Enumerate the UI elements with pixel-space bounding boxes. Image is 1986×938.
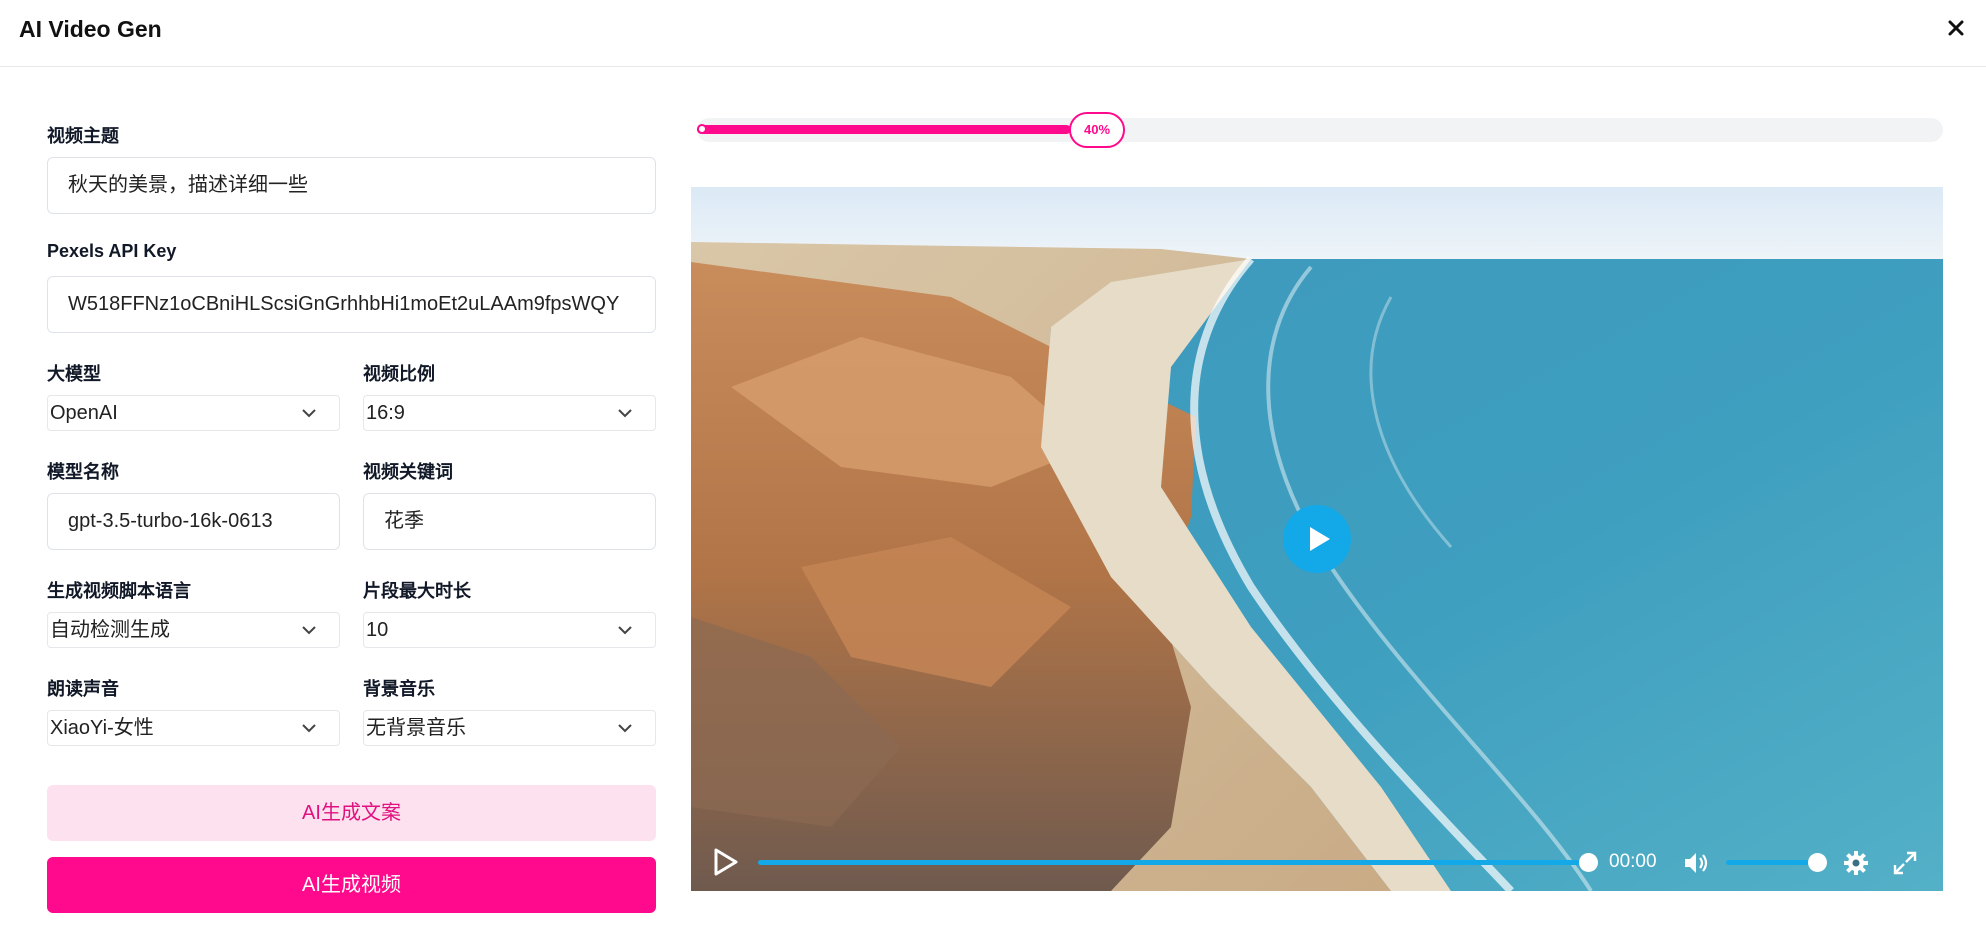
video-player[interactable]: 00:00 [691,187,1943,891]
voice-select-value: XiaoYi-女性 [50,717,154,739]
voice-label: 朗读声音 [47,679,119,699]
title-bar: AI Video Gen [0,0,1986,67]
bgm-select[interactable]: 无背景音乐 [363,710,656,746]
script-lang-label: 生成视频脚本语言 [47,581,191,601]
topic-input[interactable]: 秋天的美景，描述详细一些 [47,157,656,214]
llm-select-value: OpenAI [50,402,118,424]
model-name-input[interactable]: gpt-3.5-turbo-16k-0613 [47,493,340,550]
topic-label: 视频主题 [47,126,119,146]
progress-start-dot [697,124,707,134]
time-display: 00:00 [1609,851,1657,872]
chevron-down-icon [302,724,316,733]
volume-icon[interactable] [1682,849,1710,877]
chevron-down-icon [618,409,632,418]
chevron-down-icon [302,626,316,635]
voice-select[interactable]: XiaoYi-女性 [47,710,340,746]
script-lang-select-value: 自动检测生成 [50,619,170,641]
app-title: AI Video Gen [19,16,162,42]
aspect-label: 视频比例 [363,364,435,384]
script-lang-select[interactable]: 自动检测生成 [47,612,340,648]
volume-handle[interactable] [1808,853,1827,872]
play-icon [1310,527,1330,551]
chevron-down-icon [302,409,316,418]
progress-fill [697,125,1071,134]
bgm-select-value: 无背景音乐 [366,717,466,739]
pexels-key-input[interactable]: W518FFNz1oCBniHLScsiGnGrhhbHi1moEt2uLAAm… [47,276,656,333]
keywords-input[interactable]: 花季 [363,493,656,550]
generate-script-button[interactable]: AI生成文案 [47,785,656,841]
seek-handle[interactable] [1579,853,1598,872]
seek-bar[interactable] [758,860,1588,865]
llm-label: 大模型 [47,364,101,384]
pexels-key-label: Pexels API Key [47,241,177,261]
generation-progress: 40% [697,112,1943,148]
close-icon[interactable] [1944,16,1968,40]
generate-video-button[interactable]: AI生成视频 [47,857,656,913]
chevron-down-icon [618,626,632,635]
keywords-label: 视频关键词 [363,462,453,482]
chevron-down-icon [618,724,632,733]
aspect-select[interactable]: 16:9 [363,395,656,431]
llm-select[interactable]: OpenAI [47,395,340,431]
play-icon[interactable] [713,847,739,877]
bgm-label: 背景音乐 [363,679,435,699]
big-play-button[interactable] [1283,505,1351,573]
aspect-select-value: 16:9 [366,402,405,424]
player-controls: 00:00 [691,835,1943,891]
progress-percent-badge: 40% [1069,112,1125,148]
clip-duration-select-value: 10 [366,619,389,641]
clip-duration-label: 片段最大时长 [363,581,471,601]
volume-slider[interactable] [1726,860,1818,865]
model-name-label: 模型名称 [47,462,119,482]
clip-duration-select[interactable]: 10 [363,612,656,648]
gear-icon[interactable] [1842,849,1870,877]
fullscreen-icon[interactable] [1891,849,1919,877]
